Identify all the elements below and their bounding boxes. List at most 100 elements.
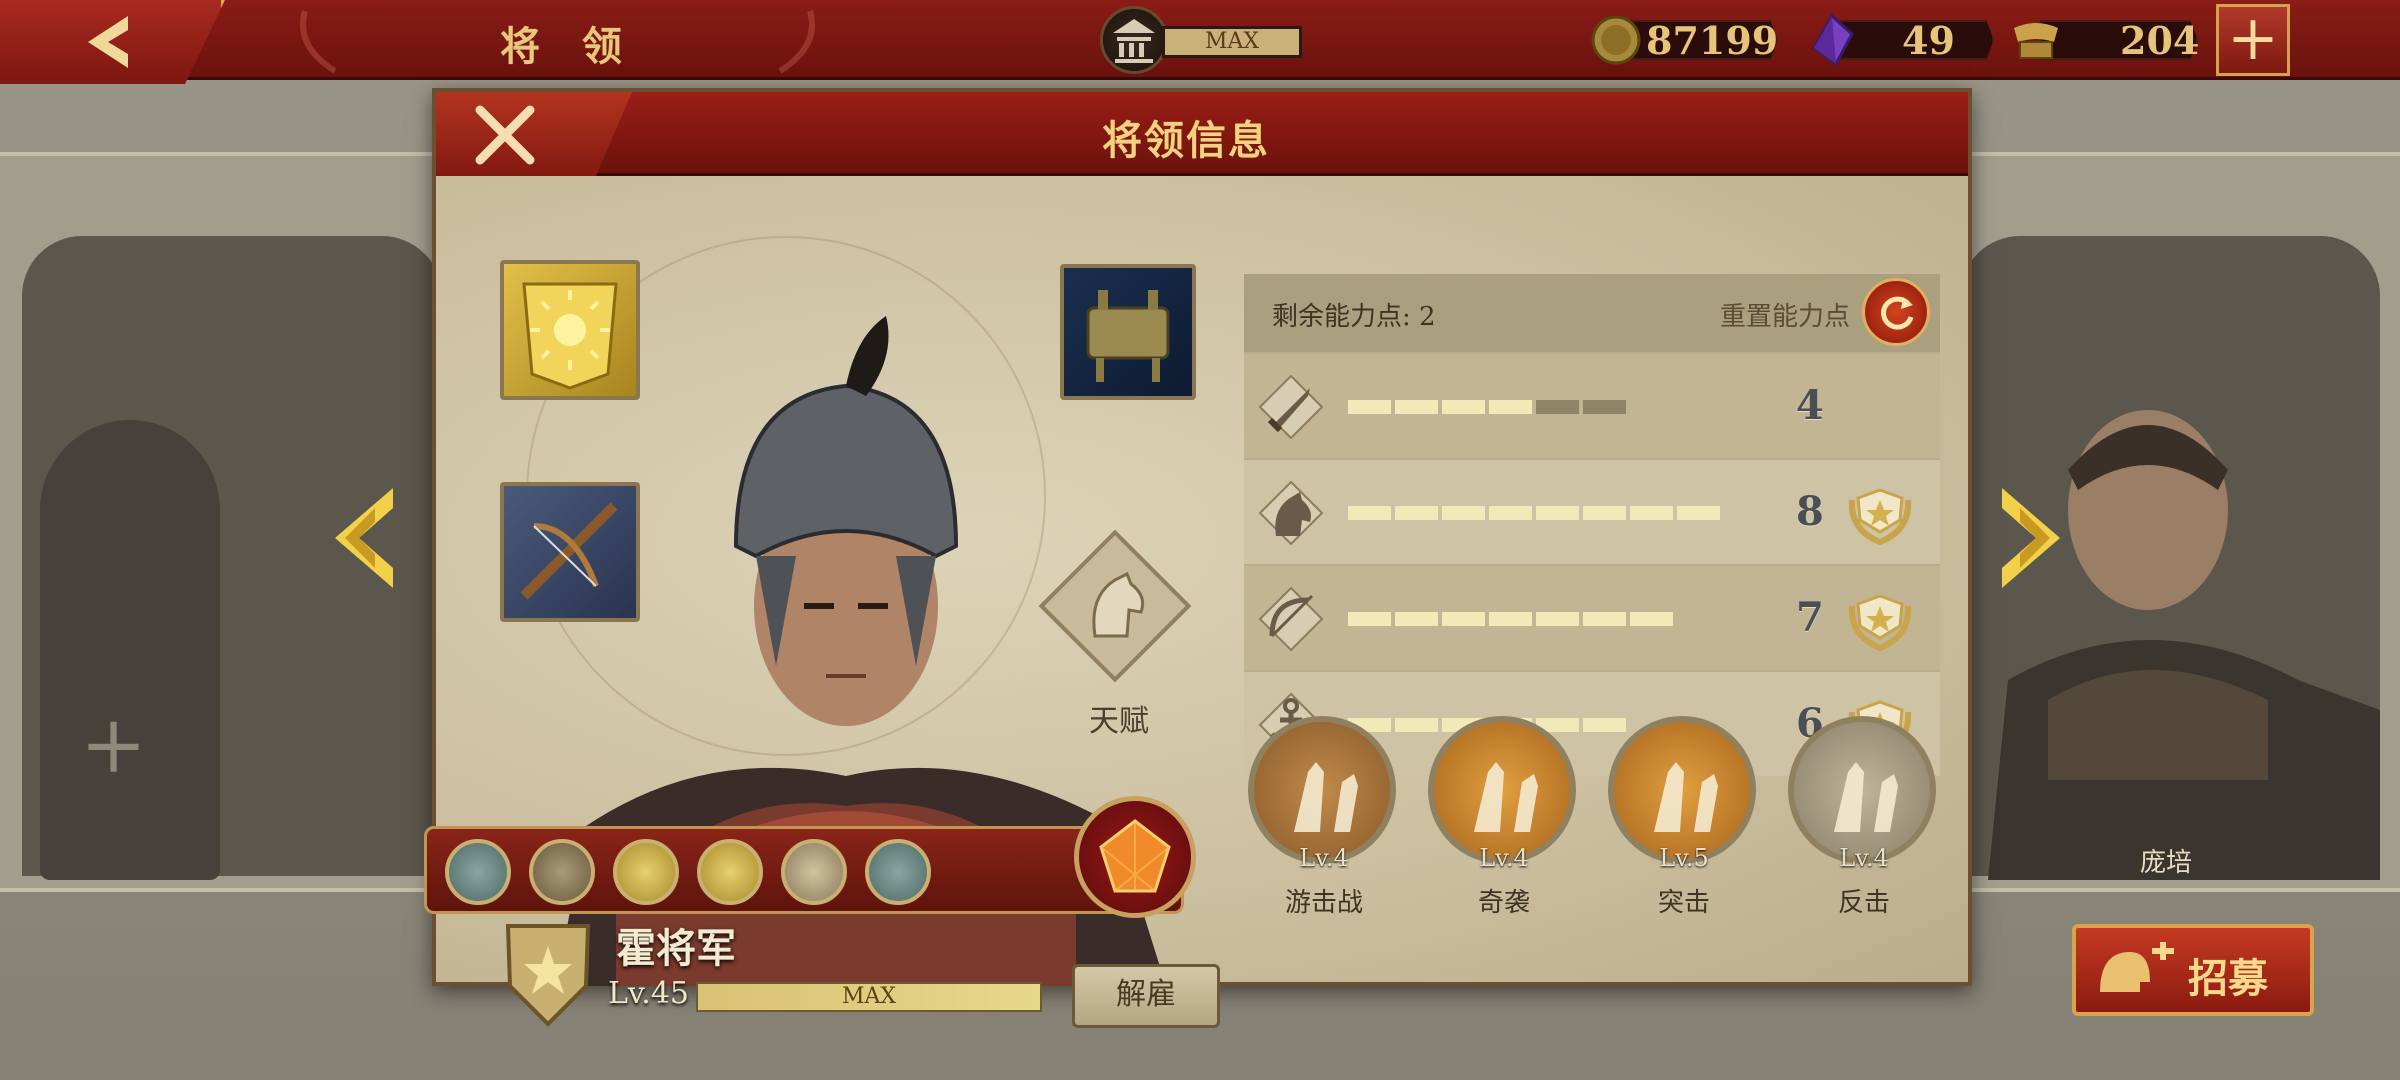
page-title: 将 领: [500, 23, 636, 70]
purple-gem-icon: [1812, 14, 1854, 66]
reset-points-label: 重置能力点: [1720, 302, 1851, 332]
skill-badge-6-icon[interactable]: [865, 839, 931, 905]
stat-segment: [1677, 506, 1720, 520]
laurel-star-medal-icon: [1848, 594, 1912, 652]
stat-segment: [1348, 400, 1391, 414]
tactic-name: 游击战: [1284, 888, 1363, 918]
tactic-level: Lv.5: [1659, 844, 1709, 872]
general-info-dialog: 将领信息 天赋 霍将军 Lv.45 MAX 解雇 剩余能力点: 2 重置能力点 …: [424, 88, 1972, 1028]
museum-building-icon[interactable]: [1100, 6, 1168, 74]
tactic-skill[interactable]: Lv.5 突击: [1604, 716, 1764, 936]
gold-coin-icon: [1591, 15, 1641, 65]
tactic-level: Lv.4: [1299, 844, 1349, 872]
gold-value: 87199: [1646, 18, 1779, 63]
tactic-skill-icon: [1248, 716, 1396, 864]
stat-segment: [1489, 612, 1532, 626]
stat-segment: [1536, 612, 1579, 626]
tactic-skill-icon: [1608, 716, 1756, 864]
stat-segment: [1583, 612, 1626, 626]
back-arrow-icon: [88, 16, 128, 68]
bow-icon: [1258, 586, 1324, 652]
spqr-eagle-icon: [2014, 23, 2058, 59]
stat-segment: [1536, 506, 1579, 520]
stat-segment: [1489, 400, 1532, 414]
hero-name: 霍将军: [616, 925, 736, 972]
add-resource-button[interactable]: +: [2216, 4, 2290, 76]
hero-level: Lv.45: [608, 976, 690, 1011]
recruit-label: 招募: [2188, 955, 2268, 1002]
dialog-title: 将领信息: [1102, 117, 1270, 164]
stat-segment: [1489, 506, 1532, 520]
add-hero-slot-plus-icon[interactable]: +: [80, 705, 147, 785]
building-level-bar: MAX: [1162, 26, 1302, 58]
stat-row[interactable]: 4: [1244, 352, 1940, 458]
rank-gem-button[interactable]: [1074, 796, 1196, 918]
right-hero-portrait[interactable]: [1968, 380, 2380, 880]
stat-segment: [1348, 612, 1391, 626]
sword-icon: [1258, 374, 1324, 440]
close-button[interactable]: [436, 92, 632, 176]
stat-bar: [1348, 400, 1626, 414]
helmet-plus-icon: [2100, 942, 2174, 992]
skill-badge-2-icon[interactable]: [529, 839, 595, 905]
skill-badge-5-icon[interactable]: [781, 839, 847, 905]
spqr-resource: 204: [2010, 14, 2200, 66]
right-hero-name: 庞培: [2140, 848, 2193, 878]
skill-badge-ribbon: [424, 826, 1184, 914]
stat-segment: [1442, 506, 1485, 520]
remaining-points: 剩余能力点: 2: [1272, 302, 1436, 332]
skill-badge-1-icon[interactable]: [445, 839, 511, 905]
game-screen: + 庞培 招募 将 领 MAX 87199 49 204 + 将领信息 天赋 霍…: [0, 0, 2400, 1080]
tactic-skill[interactable]: Lv.4 游击战: [1244, 716, 1404, 936]
tactic-skill[interactable]: Lv.4 反击: [1784, 716, 1944, 936]
tactics-list: Lv.4 游击战 Lv.4 奇袭 Lv.5 突击 Lv.4 反击: [1244, 716, 1964, 936]
stat-segment: [1630, 612, 1673, 626]
prev-hero-arrow-icon[interactable]: [335, 488, 395, 592]
empty-hero-silhouette: [40, 420, 220, 880]
stat-value: 4: [1796, 382, 1824, 429]
back-button[interactable]: [0, 0, 225, 84]
stat-segment: [1348, 506, 1391, 520]
reset-points-button[interactable]: [1862, 278, 1930, 346]
close-icon: [475, 105, 535, 165]
gem-resource: 49: [1806, 14, 1996, 66]
tactic-level: Lv.4: [1839, 844, 1889, 872]
stat-value: 7: [1796, 594, 1824, 641]
next-hero-arrow-icon[interactable]: [2000, 488, 2060, 592]
stat-segment: [1630, 506, 1673, 520]
tactic-name: 突击: [1657, 888, 1710, 918]
laurel-left-icon: [300, 10, 337, 74]
skill-badge-3-icon[interactable]: [613, 839, 679, 905]
stat-segment: [1536, 400, 1579, 414]
stat-row[interactable]: 7: [1244, 564, 1940, 670]
tactic-name: 反击: [1837, 888, 1890, 918]
stat-segment: [1395, 612, 1438, 626]
dialog-body: 天赋 霍将军 Lv.45 MAX 解雇 剩余能力点: 2 重置能力点 4 8 7…: [424, 176, 1968, 1028]
stat-segment: [1442, 612, 1485, 626]
tactic-skill[interactable]: Lv.4 奇袭: [1424, 716, 1584, 936]
experience-bar: MAX: [696, 982, 1042, 1012]
ability-points-panel: 剩余能力点: 2 重置能力点 4 8 7 6: [1244, 274, 1940, 776]
stat-value: 8: [1796, 488, 1824, 535]
stat-bar: [1348, 612, 1673, 626]
gem-value: 49: [1902, 18, 1955, 63]
skill-badge-4-icon[interactable]: [697, 839, 763, 905]
stat-segment: [1583, 400, 1626, 414]
stat-segment: [1442, 400, 1485, 414]
stat-segment: [1583, 506, 1626, 520]
tactic-name: 奇袭: [1477, 888, 1530, 918]
recruit-button[interactable]: 招募: [2072, 924, 2314, 1016]
dialog-header: 将领信息: [436, 92, 1968, 176]
stat-segment: [1395, 506, 1438, 520]
horse-icon: [1258, 480, 1324, 546]
stat-segment: [1395, 400, 1438, 414]
pentagon-gem-icon: [1099, 819, 1171, 893]
gold-resource: 87199: [1590, 14, 1780, 66]
stat-row[interactable]: 8: [1244, 458, 1940, 564]
tactic-level: Lv.4: [1479, 844, 1529, 872]
laurel-star-medal-icon: [1848, 488, 1912, 546]
rank-shield-icon: [505, 924, 591, 1027]
dismiss-button[interactable]: 解雇: [1072, 964, 1220, 1028]
tactic-skill-icon: [1788, 716, 1936, 864]
laurel-right-icon: [778, 10, 815, 74]
